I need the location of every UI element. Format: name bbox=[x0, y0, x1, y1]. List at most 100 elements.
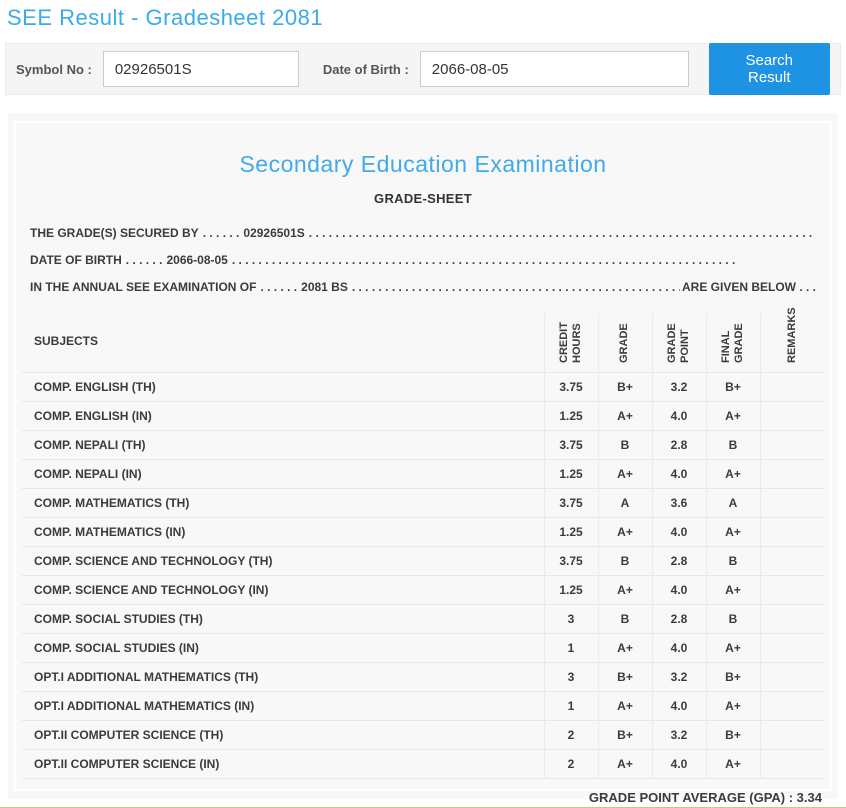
subject-cell: COMP. MATHEMATICS (TH) bbox=[22, 488, 544, 518]
dot-leader: . . . . . . . . . . . . . . . . . . . . … bbox=[308, 226, 813, 240]
grade-cell: A+ bbox=[597, 691, 652, 721]
final-grade-cell: A+ bbox=[705, 691, 760, 721]
table-row: COMP. SCIENCE AND TECHNOLOGY (IN) 1.25 A+ 4… bbox=[22, 575, 824, 605]
search-result-button[interactable]: Search Result bbox=[708, 43, 830, 95]
subject-cell: COMP. SOCIAL STUDIES (IN) bbox=[22, 633, 544, 663]
sheet-heading: Secondary Education Examination bbox=[239, 151, 607, 177]
line-prefix: DATE OF BIRTH bbox=[30, 253, 122, 267]
dot-leader: . . . . . . . . . . . . . . . . . . . . … bbox=[231, 253, 736, 267]
final-grade-cell: A+ bbox=[705, 401, 760, 431]
grade-point-cell: 4.0 bbox=[651, 749, 706, 779]
remarks-cell bbox=[759, 749, 824, 779]
grade-point-cell: 3.2 bbox=[651, 662, 706, 692]
grade-cell: B+ bbox=[597, 662, 652, 692]
gradesheet-inner-box: Secondary Education Examination GRADE-SH… bbox=[14, 121, 832, 805]
subjects-column-header: SUBJECTS bbox=[34, 333, 99, 348]
table-row: COMP. ENGLISH (TH) 3.75 B+ 3.2 B+ bbox=[22, 372, 824, 402]
grade-cell: B+ bbox=[597, 720, 652, 750]
subject-cell: OPT.I ADDITIONAL MATHEMATICS (TH) bbox=[22, 662, 544, 692]
table-row: COMP. MATHEMATICS (IN) 1.25 A+ 4.0 A+ bbox=[22, 517, 824, 547]
exam-year-value: 2081 BS bbox=[301, 280, 348, 294]
search-bar: Symbol No : Date of Birth : Search Resul… bbox=[5, 43, 841, 95]
credit-hours-cell: 3.75 bbox=[543, 430, 598, 460]
line-prefix: THE GRADE(S) SECURED BY bbox=[30, 226, 199, 240]
table-row: OPT.I ADDITIONAL MATHEMATICS (TH) 3 B+ 3.2 B… bbox=[22, 662, 824, 692]
dot-leader: . . . . . . . . . . . . . . . . . . . . … bbox=[351, 280, 680, 294]
subject-cell: COMP. SCIENCE AND TECHNOLOGY (IN) bbox=[22, 575, 544, 605]
grade-point-cell: 2.8 bbox=[651, 430, 706, 460]
subject-cell: OPT.II COMPUTER SCIENCE (TH) bbox=[22, 720, 544, 750]
remarks-cell bbox=[759, 401, 824, 431]
final-grade-cell: A+ bbox=[705, 633, 760, 663]
grade-cell: A bbox=[597, 488, 652, 518]
dot-leader: . . . . . . bbox=[125, 253, 163, 267]
final-grade-cell: A bbox=[705, 488, 760, 518]
final-grade-cell: B bbox=[705, 546, 760, 576]
final-grade-cell: B+ bbox=[705, 720, 760, 750]
subject-cell: COMP. SOCIAL STUDIES (TH) bbox=[22, 604, 544, 634]
gpa-summary: GRADE POINT AVERAGE (GPA) : 3.34 bbox=[588, 790, 822, 805]
final-grade-cell: B bbox=[705, 430, 760, 460]
date-of-birth-input[interactable] bbox=[419, 51, 689, 87]
gradesheet-panel: Secondary Education Examination GRADE-SH… bbox=[8, 113, 838, 805]
credit-hours-column-header: CREDIT HOURS bbox=[543, 313, 598, 373]
final-grade-cell: B bbox=[705, 604, 760, 634]
credit-hours-cell: 3 bbox=[543, 604, 598, 634]
grade-point-cell: 4.0 bbox=[651, 691, 706, 721]
table-row: OPT.I ADDITIONAL MATHEMATICS (IN) 1 A+ 4.0 A… bbox=[22, 691, 824, 721]
remarks-cell bbox=[759, 459, 824, 489]
dob-value: 2066-08-05 bbox=[166, 253, 228, 267]
subject-cell: OPT.II COMPUTER SCIENCE (IN) bbox=[22, 749, 544, 779]
grade-cell: A+ bbox=[597, 459, 652, 489]
dot-leader: . . . . . . bbox=[260, 280, 298, 294]
remarks-cell bbox=[759, 691, 824, 721]
final-grade-cell: A+ bbox=[705, 459, 760, 489]
credit-hours-cell: 1.25 bbox=[543, 517, 598, 547]
credit-hours-cell: 1 bbox=[543, 633, 598, 663]
grade-point-cell: 3.2 bbox=[651, 720, 706, 750]
grade-cell: A+ bbox=[597, 517, 652, 547]
table-row: COMP. MATHEMATICS (TH) 3.75 A 3.6 A bbox=[22, 488, 824, 518]
sheet-subheading: GRADE-SHEET bbox=[374, 191, 472, 206]
grade-cell: A+ bbox=[597, 575, 652, 605]
grade-cell: A+ bbox=[597, 401, 652, 431]
grade-point-cell: 3.2 bbox=[651, 372, 706, 402]
credit-hours-cell: 3.75 bbox=[543, 372, 598, 402]
table-row: COMP. SOCIAL STUDIES (TH) 3 B 2.8 B bbox=[22, 604, 824, 634]
credit-hours-cell: 2 bbox=[543, 720, 598, 750]
remarks-cell bbox=[759, 633, 824, 663]
credit-hours-cell: 1 bbox=[543, 691, 598, 721]
exam-year-line: IN THE ANNUAL SEE EXAMINATION OF . . . .… bbox=[30, 280, 816, 307]
table-row: COMP. NEPALI (TH) 3.75 B 2.8 B bbox=[22, 430, 824, 460]
dot-leader: . . . . . . bbox=[202, 226, 240, 240]
grade-cell: B+ bbox=[597, 372, 652, 402]
table-row: COMP. SOCIAL STUDIES (IN) 1 A+ 4.0 A+ bbox=[22, 633, 824, 663]
table-row: OPT.II COMPUTER SCIENCE (TH) 2 B+ 3.2 B+ bbox=[22, 720, 824, 750]
grade-cell: B bbox=[597, 546, 652, 576]
grade-point-cell: 4.0 bbox=[651, 575, 706, 605]
page-title: SEE Result - Gradesheet 2081 bbox=[7, 5, 324, 30]
grade-cell: A+ bbox=[597, 633, 652, 663]
grade-point-cell: 2.8 bbox=[651, 546, 706, 576]
remarks-cell bbox=[759, 604, 824, 634]
symbol-no-label: Symbol No : bbox=[16, 61, 92, 77]
remarks-cell bbox=[759, 430, 824, 460]
final-grade-cell: A+ bbox=[705, 749, 760, 779]
remarks-cell bbox=[759, 546, 824, 576]
grades-table-header: SUBJECTS CREDIT HOURS GRADE GRADE POINT … bbox=[22, 307, 824, 373]
final-grade-cell: A+ bbox=[705, 517, 760, 547]
credit-hours-cell: 1.25 bbox=[543, 401, 598, 431]
subject-cell: COMP. ENGLISH (TH) bbox=[22, 372, 544, 402]
subject-cell: COMP. ENGLISH (IN) bbox=[22, 401, 544, 431]
subject-cell: COMP. NEPALI (IN) bbox=[22, 459, 544, 489]
grade-point-cell: 3.6 bbox=[651, 488, 706, 518]
grade-cell: B bbox=[597, 604, 652, 634]
final-grade-cell: B+ bbox=[705, 372, 760, 402]
grade-point-cell: 4.0 bbox=[651, 633, 706, 663]
grades-secured-line: THE GRADE(S) SECURED BY . . . . . . 0292… bbox=[30, 226, 816, 253]
table-row: COMP. NEPALI (IN) 1.25 A+ 4.0 A+ bbox=[22, 459, 824, 489]
credit-hours-cell: 3 bbox=[543, 662, 598, 692]
remarks-cell bbox=[759, 662, 824, 692]
date-of-birth-line: DATE OF BIRTH . . . . . . 2066-08-05 . .… bbox=[30, 253, 816, 280]
symbol-no-input[interactable] bbox=[102, 51, 299, 87]
